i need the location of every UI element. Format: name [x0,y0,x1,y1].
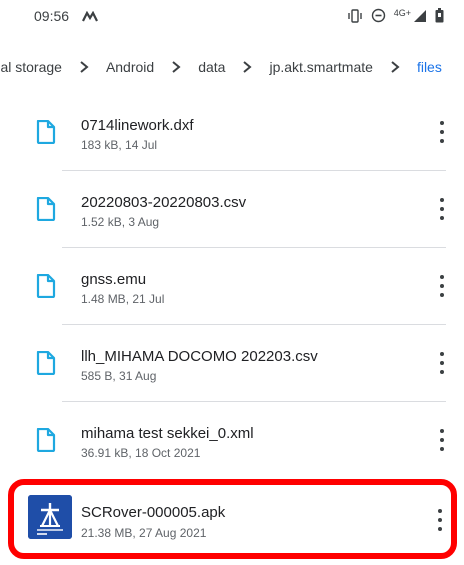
file-name: gnss.emu [81,271,147,288]
more-options-icon[interactable] [438,121,446,143]
document-icon [36,427,56,453]
file-meta: 585 B, 31 Aug [81,369,157,383]
chevron-right-icon [170,60,182,74]
breadcrumb-android[interactable]: Android [106,59,154,75]
file-row[interactable]: 0714linework.dxf 183 kB, 14 Jul [0,94,464,171]
breadcrumb: rnal storage Android data jp.akt.smartma… [0,50,464,84]
file-list: 0714linework.dxf 183 kB, 14 Jul 20220803… [0,94,464,479]
breadcrumb-internal-storage[interactable]: rnal storage [0,59,62,75]
more-options-icon[interactable] [438,275,446,297]
file-meta: 1.52 kB, 3 Aug [81,215,160,229]
file-meta: 36.91 kB, 18 Oct 2021 [81,446,201,460]
document-icon [36,119,56,145]
breadcrumb-package[interactable]: jp.akt.smartmate [269,59,372,75]
file-row[interactable]: 20220803-20220803.csv 1.52 kB, 3 Aug [0,171,464,248]
file-meta: 183 kB, 14 Jul [81,138,158,152]
breadcrumb-files[interactable]: files [417,59,442,75]
file-meta: 1.48 MB, 21 Jul [81,292,165,306]
file-name: 0714linework.dxf [81,117,194,134]
file-name: 20220803-20220803.csv [81,194,247,211]
notification-m-icon [82,9,98,27]
file-name: llh_MIHAMA DOCOMO 202203.csv [81,348,318,365]
highlight-box [8,479,457,559]
battery-icon [435,8,444,26]
vibrate-icon [347,8,363,26]
document-icon [36,196,56,222]
more-options-icon[interactable] [438,352,446,374]
breadcrumb-data[interactable]: data [198,59,225,75]
chevron-right-icon [78,60,90,74]
chevron-right-icon [241,60,253,74]
file-row[interactable]: mihama test sekkei_0.xml 36.91 kB, 18 Oc… [0,402,464,479]
network-type: 4G+ [393,8,411,18]
file-row[interactable]: llh_MIHAMA DOCOMO 202203.csv 585 B, 31 A… [0,325,464,402]
status-bar: 09:56 4G+ [0,0,464,44]
document-icon [36,350,56,376]
status-time: 09:56 [34,8,70,24]
more-options-icon[interactable] [438,198,446,220]
status-icons: 4G+ [347,8,444,26]
file-name: mihama test sekkei_0.xml [81,425,254,442]
more-options-icon[interactable] [438,429,446,451]
do-not-disturb-icon [371,8,386,26]
file-row[interactable]: gnss.emu 1.48 MB, 21 Jul [0,248,464,325]
signal-icon [413,9,427,26]
chevron-right-icon [389,60,401,74]
document-icon [36,273,56,299]
